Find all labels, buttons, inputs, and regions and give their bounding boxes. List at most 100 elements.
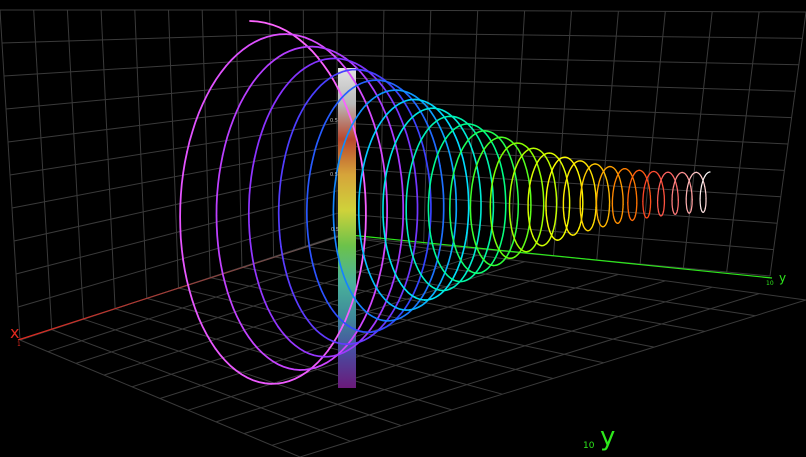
helix-segment <box>565 226 574 236</box>
helix-segment <box>662 200 666 213</box>
helix-segment <box>607 185 611 207</box>
helix-segment <box>676 171 683 178</box>
helix-segment <box>556 231 566 241</box>
helix-segment <box>280 245 306 318</box>
helix-segment <box>562 207 568 229</box>
helix-segment <box>554 182 558 215</box>
helix-segment <box>672 209 676 215</box>
helix-segment <box>357 169 364 236</box>
helix-segment <box>307 241 332 308</box>
helix-segment <box>277 160 285 248</box>
helix-segment <box>545 157 556 184</box>
helix-segment <box>502 176 507 225</box>
helix-segment <box>582 223 589 232</box>
gridline <box>9 122 338 176</box>
helix-segment <box>588 167 596 187</box>
helix-segment <box>567 183 571 212</box>
z-tick-label: 0.5 <box>330 118 338 124</box>
helix-segment <box>540 236 552 247</box>
y-axis-line <box>339 233 773 279</box>
helix-segment <box>527 183 531 214</box>
helix-segment <box>579 160 590 169</box>
helix-segment <box>182 258 217 350</box>
y-axis-label-large: y <box>600 422 615 452</box>
helix-segment <box>648 186 652 203</box>
colorbar <box>338 68 356 388</box>
gridline <box>243 286 713 435</box>
helix-segment <box>700 207 704 213</box>
helix-segment <box>247 157 256 252</box>
helix-segment <box>656 199 660 213</box>
gridline <box>159 267 572 399</box>
helix-segment <box>253 84 288 160</box>
colorbar-rect <box>338 68 356 388</box>
helix-segment <box>648 201 652 215</box>
helix-segment <box>399 95 428 164</box>
helix-segment <box>609 165 618 173</box>
helix-segment <box>579 185 583 208</box>
helix-segment <box>225 33 288 67</box>
gridline <box>11 145 338 209</box>
helix-segment <box>627 201 630 216</box>
helix-segment <box>613 172 620 188</box>
gridline <box>299 299 806 457</box>
helix-segment <box>571 227 580 236</box>
helix-segment <box>305 163 313 244</box>
helix-segment <box>545 209 551 233</box>
helix-segment <box>671 199 674 211</box>
helix-segment <box>594 163 604 172</box>
helix-segment <box>621 186 624 206</box>
helix-segment <box>597 171 604 188</box>
helix-segment <box>627 186 631 204</box>
helix-segment <box>662 171 669 177</box>
gridline <box>215 280 666 423</box>
helix-segment <box>449 177 454 224</box>
chart-3d-helix[interactable]: x 1 y 10 y 10 0.5 0.5 0.5 <box>0 0 806 457</box>
helix-segment <box>397 155 405 254</box>
helix-segment <box>595 204 600 222</box>
helix-segment <box>587 223 594 232</box>
helix-segment <box>419 271 444 292</box>
helix-segment <box>405 173 411 230</box>
helix-segment <box>439 164 445 242</box>
helix-segment <box>525 241 538 253</box>
label-layer: x 1 y 10 y 10 0.5 0.5 0.5 <box>10 118 786 452</box>
helix-segment <box>310 102 339 166</box>
helix-segment <box>631 215 636 222</box>
gridline <box>47 241 385 353</box>
gridline <box>7 99 338 143</box>
helix-segment <box>559 161 569 186</box>
helix-segment <box>702 207 706 213</box>
helix-segment <box>536 214 544 243</box>
helix-segment <box>704 171 711 177</box>
y-tick-label: 10 <box>766 280 774 287</box>
helix-segment <box>358 148 367 263</box>
helix-segment <box>642 186 646 203</box>
z-tick-label: 0.5 <box>331 227 339 233</box>
helix-segment <box>186 64 228 153</box>
helix-segment <box>250 249 279 328</box>
helix-segment <box>562 184 566 210</box>
helix-segment <box>695 171 702 177</box>
helix-segment <box>508 181 513 216</box>
helix-segment <box>479 225 493 268</box>
helix-segment <box>489 138 505 179</box>
helix-segment <box>632 169 641 176</box>
helix-segment <box>699 197 702 210</box>
helix-segment <box>489 180 494 218</box>
helix-segment <box>452 167 458 238</box>
helix-segment <box>606 205 611 222</box>
helix-segment <box>602 220 608 228</box>
helix-segment <box>507 219 519 255</box>
helix-segment <box>628 214 633 222</box>
helix-segment <box>634 186 638 204</box>
gridline <box>17 212 338 308</box>
helix-segment <box>430 111 454 170</box>
helix-segment <box>611 186 615 205</box>
helix-segment <box>704 197 707 210</box>
helix-segment <box>685 185 689 200</box>
helix-segment <box>638 169 646 176</box>
helix-segment <box>624 168 632 175</box>
helix-segment <box>179 150 188 261</box>
helix-segment <box>597 219 604 228</box>
